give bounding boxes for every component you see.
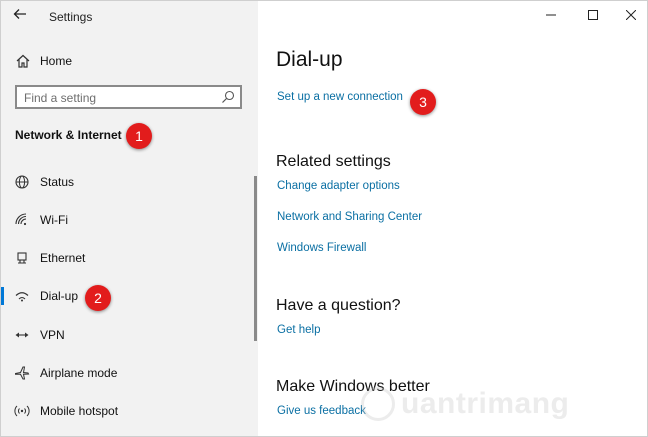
section-title: Network & Internet <box>15 128 122 142</box>
related-settings-heading: Related settings <box>276 153 391 170</box>
sidebar-item-home[interactable]: Home <box>1 49 258 73</box>
sidebar-item-label: Ethernet <box>40 251 86 265</box>
give-feedback-link[interactable]: Give us feedback <box>277 405 366 417</box>
minimize-button[interactable] <box>533 1 569 29</box>
search-icon[interactable] <box>221 90 235 104</box>
network-sharing-center-link[interactable]: Network and Sharing Center <box>277 211 422 223</box>
change-adapter-options-link[interactable]: Change adapter options <box>277 180 400 192</box>
close-button[interactable] <box>613 1 647 29</box>
home-icon <box>15 53 31 69</box>
back-arrow-icon[interactable] <box>13 7 31 25</box>
selection-indicator <box>1 287 4 305</box>
hotspot-icon <box>14 403 30 419</box>
dialup-icon <box>14 288 30 304</box>
sidebar-item-ethernet[interactable]: Ethernet <box>1 243 258 273</box>
search-input[interactable]: Find a setting <box>15 85 242 109</box>
sidebar: Settings Home Find a setting Network & I… <box>1 1 258 436</box>
airplane-icon <box>14 365 30 381</box>
annotation-badge: 1 <box>126 123 152 149</box>
sidebar-item-label: Airplane mode <box>40 366 118 380</box>
maximize-button[interactable] <box>575 1 611 29</box>
app-title: Settings <box>49 10 93 24</box>
sidebar-item-airplane-mode[interactable]: Airplane mode <box>1 358 258 388</box>
sidebar-item-label: Dial-up <box>40 289 79 303</box>
setup-connection-link[interactable]: Set up a new connection <box>277 91 403 103</box>
annotation-badge: 2 <box>85 285 111 311</box>
close-icon <box>626 10 636 20</box>
search-placeholder: Find a setting <box>24 91 97 105</box>
sidebar-item-dialup[interactable]: Dial-up <box>1 281 258 311</box>
sidebar-scrollbar[interactable] <box>254 176 257 341</box>
settings-window: Settings Home Find a setting Network & I… <box>0 0 648 437</box>
sidebar-item-status[interactable]: Status <box>1 167 258 197</box>
sidebar-item-label: VPN <box>40 328 65 342</box>
sidebar-item-vpn[interactable]: VPN <box>1 320 258 350</box>
vpn-icon <box>14 327 30 343</box>
sidebar-item-wifi[interactable]: Wi-Fi <box>1 205 258 235</box>
page-title: Dial-up <box>276 48 343 71</box>
question-heading: Have a question? <box>276 297 401 314</box>
sidebar-item-label: Wi-Fi <box>40 213 68 227</box>
sidebar-item-label: Status <box>40 175 75 189</box>
minimize-icon <box>546 14 556 16</box>
make-windows-better-heading: Make Windows better <box>276 378 430 395</box>
get-help-link[interactable]: Get help <box>277 324 320 336</box>
sidebar-item-label: Mobile hotspot <box>40 404 119 418</box>
home-label: Home <box>40 54 73 68</box>
title-bar: Settings <box>1 1 258 31</box>
sidebar-item-mobile-hotspot[interactable]: Mobile hotspot <box>1 396 258 426</box>
annotation-badge: 3 <box>410 89 436 115</box>
globe-icon <box>14 174 30 190</box>
windows-firewall-link[interactable]: Windows Firewall <box>277 242 366 254</box>
maximize-icon <box>588 10 598 20</box>
wifi-icon <box>14 212 30 228</box>
ethernet-icon <box>14 250 30 266</box>
